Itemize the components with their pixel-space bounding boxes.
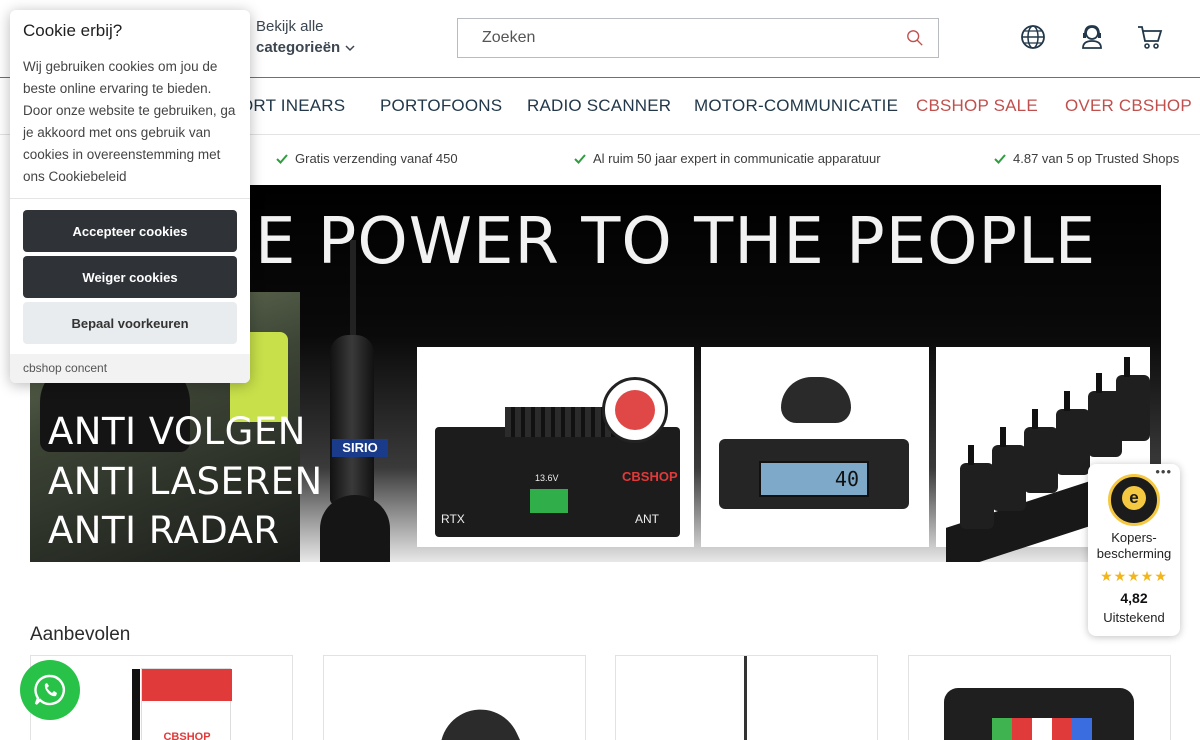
star-rating-icon: ★★★★★ bbox=[1100, 568, 1168, 584]
sirio-label: SIRIO bbox=[332, 439, 388, 457]
nav-item-portofoons[interactable]: PORTOFOONS bbox=[380, 96, 502, 116]
product-card[interactable] bbox=[323, 655, 586, 740]
cb-radio-panel: 40 bbox=[701, 347, 929, 547]
trust-label: Uitstekend bbox=[1103, 610, 1165, 625]
trusted-shops-seal-icon: e bbox=[1108, 474, 1160, 526]
product-card[interactable] bbox=[615, 655, 878, 740]
all-categories-link[interactable]: Bekijk alle categorieën bbox=[256, 16, 356, 58]
antenna-base bbox=[320, 495, 390, 562]
carplay-screen-image bbox=[944, 688, 1134, 740]
cbshop-flag-image: CBSHOP bbox=[132, 668, 232, 740]
decline-cookies-button[interactable]: Weiger cookies bbox=[23, 256, 237, 298]
divider bbox=[10, 198, 250, 199]
antenna-body bbox=[330, 335, 374, 505]
microphone-shape bbox=[781, 377, 851, 423]
amplifier-panel: RTX 13.6V ANT CBSHOP bbox=[417, 347, 694, 547]
walkie-talkie bbox=[1056, 391, 1090, 475]
heatsink-fins bbox=[505, 407, 615, 437]
usp-text: Al ruim 50 jaar expert in communicatie a… bbox=[593, 151, 881, 166]
nav-item-cbshop-sale[interactable]: CBSHOP SALE bbox=[916, 96, 1038, 116]
categories-line2: categorieën bbox=[256, 39, 341, 56]
anti-line-3: ANTI RADAR bbox=[48, 509, 280, 552]
account-icon[interactable] bbox=[1078, 23, 1106, 51]
flag-brand: CBSHOP bbox=[163, 731, 211, 740]
usp-expert: Al ruim 50 jaar expert in communicatie a… bbox=[574, 151, 881, 166]
amp-label-voltage: 13.6V bbox=[535, 473, 559, 483]
trust-line1: Kopers- bbox=[1111, 530, 1157, 545]
trust-score: 4,82 bbox=[1120, 590, 1148, 606]
walkie-talkie bbox=[960, 445, 994, 529]
seal-letter: e bbox=[1122, 486, 1146, 510]
nav-item-motor-communicatie[interactable]: MOTOR-COMMUNICATIE bbox=[694, 96, 898, 116]
walkie-talkie bbox=[1116, 357, 1150, 441]
usp-trusted-shops: 4.87 van 5 op Trusted Shops bbox=[994, 151, 1179, 166]
app-icons bbox=[992, 718, 1092, 740]
search-input[interactable] bbox=[458, 19, 878, 57]
trust-line2: bescherming bbox=[1096, 546, 1172, 561]
search-icon[interactable] bbox=[906, 29, 924, 47]
logo-face bbox=[615, 390, 655, 430]
antenna-image bbox=[744, 656, 747, 740]
check-icon bbox=[994, 153, 1006, 164]
cb-radio-shape: 40 bbox=[719, 439, 909, 509]
flag-band bbox=[142, 669, 232, 701]
check-icon bbox=[574, 153, 586, 164]
chevron-down-icon bbox=[345, 44, 355, 51]
usp-text: Gratis verzending vanaf 450 bbox=[295, 151, 458, 166]
radio-display: 40 bbox=[759, 461, 869, 497]
globe-icon[interactable] bbox=[1019, 23, 1047, 51]
trusted-shops-badge[interactable]: ••• e Kopers- bescherming ★★★★★ 4,82 Uit… bbox=[1088, 464, 1180, 636]
amp-label-rtx: RTX bbox=[441, 512, 465, 526]
cookie-footer: cbshop concent bbox=[10, 354, 250, 383]
section-title: Aanbevolen bbox=[30, 624, 131, 645]
accept-cookies-button[interactable]: Accepteer cookies bbox=[23, 210, 237, 252]
anti-line-2: ANTI LASEREN bbox=[48, 460, 323, 503]
trust-protection: Kopers- bescherming bbox=[1088, 530, 1180, 562]
whatsapp-button[interactable] bbox=[20, 660, 80, 720]
hero-title: E POWER TO THE PEOPLE bbox=[255, 205, 1097, 279]
cart-icon[interactable] bbox=[1136, 23, 1164, 51]
logo-text: CBSHOP bbox=[622, 469, 678, 484]
cookie-title: Cookie erbij? bbox=[23, 21, 123, 40]
cookie-consent-dialog: Cookie erbij? Wij gebruiken cookies om j… bbox=[10, 10, 250, 383]
nav-item-over-cbshop[interactable]: OVER CBSHOP bbox=[1065, 96, 1192, 116]
cookie-preferences-button[interactable]: Bepaal voorkeuren bbox=[23, 302, 237, 344]
nav-item-inears[interactable]: ORT INEARS bbox=[240, 96, 345, 116]
product-card[interactable] bbox=[908, 655, 1171, 740]
categories-line1: Bekijk alle bbox=[256, 18, 324, 35]
nav-item-radio-scanner[interactable]: RADIO SCANNER bbox=[527, 96, 671, 116]
microphone-image bbox=[427, 696, 521, 740]
walkie-talkie bbox=[992, 427, 1026, 511]
check-icon bbox=[276, 153, 288, 164]
amp-label-ant: ANT bbox=[635, 512, 659, 526]
power-terminal bbox=[530, 489, 568, 513]
anti-line-1: ANTI VOLGEN bbox=[48, 410, 306, 453]
usp-free-shipping: Gratis verzending vanaf 450 bbox=[276, 151, 458, 166]
whatsapp-icon bbox=[34, 674, 65, 706]
cookie-text: Wij gebruiken cookies om jou de beste on… bbox=[23, 59, 236, 184]
usp-text: 4.87 van 5 op Trusted Shops bbox=[1013, 151, 1180, 166]
flag-pole bbox=[132, 669, 140, 740]
walkie-talkie bbox=[1024, 409, 1058, 493]
more-options-icon[interactable]: ••• bbox=[1155, 464, 1172, 479]
cbshop-logo-icon bbox=[602, 377, 668, 443]
search-box bbox=[457, 18, 939, 58]
